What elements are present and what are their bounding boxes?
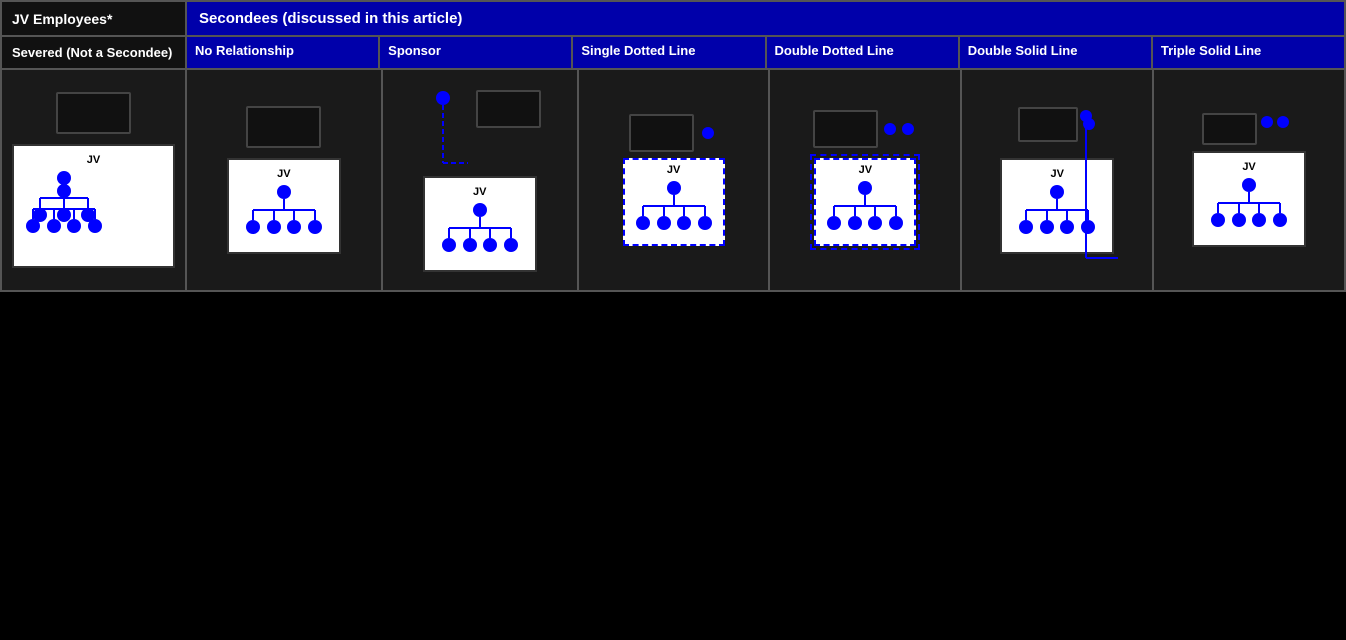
severed-diagram-cell: JV bbox=[2, 70, 187, 290]
col-header-no-relationship: No Relationship bbox=[187, 37, 380, 70]
severed-label: Severed (Not a Secondee) bbox=[2, 37, 187, 70]
col-header-double-solid: Double Solid Line bbox=[960, 37, 1153, 70]
sponsor-org-chart bbox=[435, 202, 525, 257]
severed-dark-box bbox=[56, 92, 131, 134]
col-header-double-dotted: Double Dotted Line bbox=[767, 37, 960, 70]
double-solid-connector bbox=[1008, 98, 1128, 278]
col-content-sponsor: JV bbox=[383, 70, 579, 290]
single-dotted-org-chart bbox=[629, 180, 719, 235]
triple-solid-org-chart bbox=[1204, 177, 1294, 232]
col-header-sponsor: Sponsor bbox=[380, 37, 573, 70]
sponsor-top-connection bbox=[418, 88, 468, 168]
col-content-triple-solid: JV bbox=[1154, 70, 1344, 290]
jv-employees-header: JV Employees* bbox=[2, 2, 187, 37]
no-rel-org-chart bbox=[239, 184, 329, 239]
col-content-double-solid: JV bbox=[962, 70, 1154, 290]
severed-org-chart-2 bbox=[19, 183, 109, 253]
header-row: JV Employees* Secondees (discussed in th… bbox=[2, 2, 1344, 37]
col-content-no-relationship: JV bbox=[187, 70, 383, 290]
content-row: JV bbox=[2, 70, 1344, 290]
secondees-header: Secondees (discussed in this article) bbox=[187, 2, 1344, 37]
severed-org-box: JV bbox=[12, 144, 175, 268]
col-header-triple-solid: Triple Solid Line bbox=[1153, 37, 1344, 70]
double-dotted-org-chart bbox=[820, 180, 910, 235]
col-content-single-dotted: JV bbox=[579, 70, 771, 290]
column-headers-row: Severed (Not a Secondee) No Relationship… bbox=[2, 37, 1344, 70]
col-header-single-dotted: Single Dotted Line bbox=[573, 37, 766, 70]
col-content-double-dotted: JV bbox=[770, 70, 962, 290]
